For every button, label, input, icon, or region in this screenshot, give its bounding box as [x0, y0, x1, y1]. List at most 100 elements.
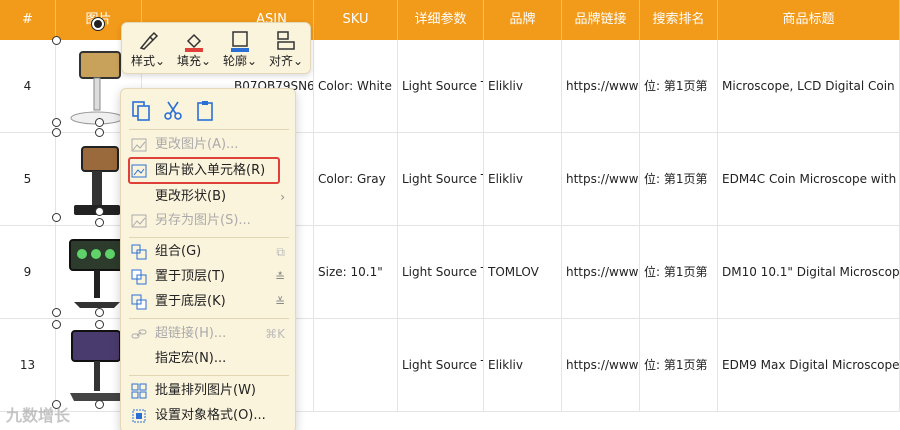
watermark-text: 九数增长 — [6, 406, 71, 425]
embed-image-icon — [131, 164, 147, 178]
context-menu: 更改图片(A)... 图片嵌入单元格(R) 更改形状(B) › 另存为图片(S)… — [120, 88, 296, 430]
brand-cell[interactable]: Elikliv — [484, 319, 562, 412]
resize-handle[interactable] — [95, 320, 104, 329]
brand-link-cell[interactable]: https://www — [562, 319, 640, 412]
rotate-handle[interactable] — [92, 18, 104, 30]
search-rank-cell[interactable]: 位: 第1页第 — [640, 133, 718, 226]
resize-handle[interactable] — [95, 308, 104, 317]
move-down-icon: ≚ — [274, 295, 285, 309]
save-image-icon — [131, 214, 147, 228]
send-to-back-item[interactable]: 置于底层(K) ≚ — [127, 290, 291, 314]
brand-link-cell[interactable]: https://www — [562, 40, 640, 133]
format-object-item[interactable]: 设置对象格式(O)... — [127, 404, 291, 428]
column-header-title[interactable]: 商品标题 — [718, 0, 900, 40]
brand-link-cell[interactable]: https://www — [562, 226, 640, 319]
assign-macro-label: 指定宏(N)... — [155, 351, 227, 366]
resize-handle[interactable] — [95, 128, 104, 137]
align-icon — [277, 31, 295, 50]
resize-handle[interactable] — [52, 128, 61, 137]
copy-icon[interactable] — [129, 99, 153, 123]
title-cell[interactable]: Microscope, LCD Digital Coin Mi — [718, 40, 900, 133]
change-image-label: 更改图片(A)... — [155, 137, 239, 152]
row-number: 9 — [0, 226, 56, 319]
image-icon — [131, 138, 147, 152]
column-header-search-rank[interactable]: 搜索排名 — [640, 0, 718, 40]
outline-label: 轮廓 — [222, 54, 247, 68]
resize-handle[interactable] — [52, 320, 61, 329]
sku-cell[interactable]: Size: 10.1" — [314, 226, 398, 319]
cut-icon[interactable] — [161, 99, 185, 123]
row-number: 4 — [0, 40, 56, 133]
brand-cell[interactable]: Elikliv — [484, 40, 562, 133]
brand-cell[interactable]: TOMLOV — [484, 226, 562, 319]
ungroup-icon: ⧉ — [276, 245, 285, 259]
embed-in-cell-item[interactable]: 图片嵌入单元格(R) — [127, 159, 291, 183]
move-up-icon: ≛ — [274, 270, 285, 284]
outline-button[interactable]: 轮廓⌄ — [218, 27, 262, 71]
resize-handle[interactable] — [52, 308, 61, 317]
resize-handle[interactable] — [95, 207, 104, 216]
group-icon — [131, 244, 147, 260]
column-header-params[interactable]: 详细参数 — [398, 0, 484, 40]
row-number: 13 — [0, 319, 56, 412]
resize-handle[interactable] — [52, 118, 61, 127]
resize-handle[interactable] — [95, 400, 104, 409]
search-rank-cell[interactable]: 位: 第1页第 — [640, 40, 718, 133]
bring-front-icon — [131, 269, 147, 285]
format-object-label: 设置对象格式(O)... — [155, 408, 266, 423]
title-cell[interactable]: DM10 10.1" Digital Microscope: — [718, 226, 900, 319]
group-label: 组合(G) — [155, 244, 202, 259]
menu-divider — [129, 237, 289, 238]
brush-icon — [139, 31, 159, 50]
chevron-right-icon: › — [280, 190, 285, 204]
clipboard-row — [129, 97, 289, 125]
resize-handle[interactable] — [52, 36, 61, 45]
column-header-index[interactable]: # — [0, 0, 56, 40]
params-cell[interactable]: Light Source Ty — [398, 319, 484, 412]
batch-arrange-item[interactable]: 批量排列图片(W) — [127, 379, 291, 403]
change-shape-item[interactable]: 更改形状(B) › — [127, 185, 291, 209]
menu-divider — [129, 375, 289, 376]
params-cell[interactable]: Light Source Ty — [398, 40, 484, 133]
link-icon — [131, 329, 147, 339]
params-cell[interactable]: Light Source Ty — [398, 133, 484, 226]
fill-button[interactable]: 填充⌄ — [172, 27, 216, 71]
outline-icon — [231, 31, 249, 52]
title-cell[interactable]: EDM4C Coin Microscope with Sc — [718, 133, 900, 226]
column-header-brand[interactable]: 品牌 — [484, 0, 562, 40]
align-button[interactable]: 对齐⌄ — [264, 27, 308, 71]
picture-format-toolbar: 样式⌄ 填充⌄ 轮廓⌄ 对齐⌄ — [121, 22, 311, 74]
paste-icon[interactable] — [193, 99, 217, 123]
grid-icon — [131, 383, 147, 399]
title-cell[interactable]: EDM9 Max Digital Microscope: 2 — [718, 319, 900, 412]
change-shape-label: 更改形状(B) — [155, 189, 227, 204]
resize-handle[interactable] — [52, 213, 61, 222]
align-label: 对齐 — [268, 54, 293, 68]
assign-macro-item[interactable]: 指定宏(N)... — [127, 347, 291, 371]
search-rank-cell[interactable]: 位: 第1页第 — [640, 319, 718, 412]
save-as-image-label: 另存为图片(S)... — [155, 213, 251, 228]
sku-cell[interactable]: Color: Gray — [314, 133, 398, 226]
column-header-sku[interactable]: SKU — [314, 0, 398, 40]
change-image-item[interactable]: 更改图片(A)... — [127, 133, 291, 157]
style-label: 样式 — [130, 54, 155, 68]
brand-cell[interactable]: Elikliv — [484, 133, 562, 226]
brand-link-cell[interactable]: https://www — [562, 133, 640, 226]
spreadsheet-window: # 图片 ASIN SKU 详细参数 品牌 品牌链接 搜索排名 商品标题 4 B… — [0, 0, 900, 430]
sku-cell[interactable]: Color: White — [314, 40, 398, 133]
hyperlink-item[interactable]: 超链接(H)... ⌘K — [127, 322, 291, 346]
bring-to-front-item[interactable]: 置于顶层(T) ≛ — [127, 265, 291, 289]
column-header-brand-link[interactable]: 品牌链接 — [562, 0, 640, 40]
resize-handle[interactable] — [95, 118, 104, 127]
menu-divider — [129, 129, 289, 130]
hyperlink-label: 超链接(H)... — [155, 326, 227, 341]
params-cell[interactable]: Light Source Ty — [398, 226, 484, 319]
bring-to-front-label: 置于顶层(T) — [155, 269, 226, 284]
resize-handle[interactable] — [95, 218, 104, 227]
style-button[interactable]: 样式⌄ — [126, 27, 170, 71]
search-rank-cell[interactable]: 位: 第1页第 — [640, 226, 718, 319]
group-item[interactable]: 组合(G) ⧉ — [127, 240, 291, 264]
fill-label: 填充 — [176, 54, 201, 68]
sku-cell[interactable] — [314, 319, 398, 412]
save-as-image-item[interactable]: 另存为图片(S)... — [127, 209, 291, 233]
